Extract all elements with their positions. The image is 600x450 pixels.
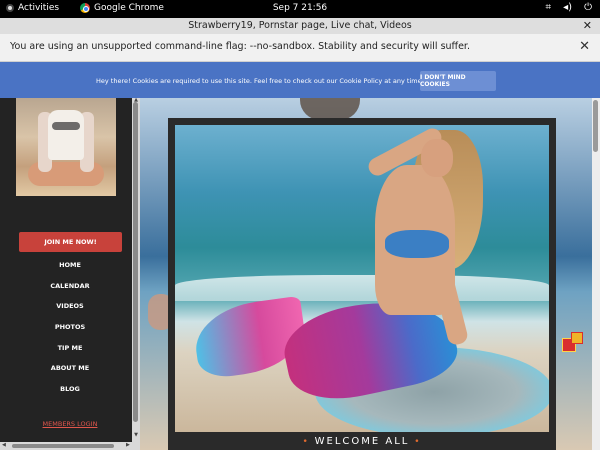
sidebar-horizontal-scrollbar[interactable]: ◀ ▶	[0, 442, 140, 450]
shirt-logo	[52, 122, 80, 130]
system-tray[interactable]: ⌗ ◂) ⏻	[546, 2, 592, 13]
hero-photo-frame	[168, 118, 556, 450]
window-title-bar: Strawberry19, Pornstar page, Live chat, …	[0, 18, 600, 34]
sidebar-vertical-scrollbar[interactable]: ▲ ▼	[132, 97, 140, 442]
infobar-message: You are using an unsupported command-lin…	[10, 41, 470, 52]
sidebar-item-tip-me[interactable]: TIP ME	[0, 344, 132, 352]
scroll-left-arrow-icon[interactable]: ◀	[2, 442, 6, 448]
accept-cookies-button[interactable]: I DON'T MIND COOKIES	[420, 71, 496, 91]
scrollbar-thumb[interactable]	[593, 100, 598, 152]
system-top-bar: Activities Google Chrome Sep 7 21:56 ⌗ ◂…	[0, 0, 600, 18]
sidebar-item-home[interactable]: HOME	[0, 261, 132, 269]
welcome-heading: • WELCOME ALL •	[168, 436, 556, 450]
app-menu[interactable]: Google Chrome	[80, 3, 164, 13]
sidebar-item-photos[interactable]: PHOTOS	[0, 323, 132, 331]
sidebar-item-videos[interactable]: VIDEOS	[0, 302, 132, 310]
activities-label: Activities	[18, 3, 60, 13]
sidebar-item-calendar[interactable]: CALENDAR	[0, 282, 132, 290]
scroll-right-arrow-icon[interactable]: ▶	[126, 442, 130, 448]
app-name: Google Chrome	[94, 3, 164, 13]
power-icon: ⏻	[584, 2, 592, 13]
profile-photo[interactable]	[16, 98, 116, 196]
scrollbar-thumb[interactable]	[133, 102, 138, 422]
bullet-icon: •	[409, 437, 422, 447]
window-close-button[interactable]: ✕	[583, 19, 592, 32]
network-icon: ⌗	[545, 2, 552, 13]
bullet-icon: •	[302, 437, 315, 447]
cookie-banner: Hey there! Cookies are required to use t…	[0, 62, 600, 98]
gift-icon[interactable]	[562, 330, 584, 354]
activities-icon	[6, 4, 14, 12]
sidebar-item-blog[interactable]: BLOG	[0, 385, 132, 393]
welcome-text: WELCOME ALL	[314, 436, 410, 447]
join-button[interactable]: JOIN ME NOW!	[19, 232, 122, 252]
hero-photo[interactable]	[175, 125, 549, 432]
warning-infobar: You are using an unsupported command-lin…	[0, 34, 600, 62]
members-login-link[interactable]: MEMBERS LOGIN	[0, 420, 132, 428]
page-vertical-scrollbar[interactable]	[592, 98, 600, 450]
scrollbar-thumb[interactable]	[12, 444, 114, 448]
window-title: Strawberry19, Pornstar page, Live chat, …	[188, 20, 412, 31]
cookie-text: Hey there! Cookies are required to use t…	[96, 77, 424, 85]
sidebar-item-about-me[interactable]: ABOUT ME	[0, 364, 132, 372]
scroll-down-arrow-icon[interactable]: ▼	[132, 432, 140, 438]
sidebar: JOIN ME NOW! HOME CALENDAR VIDEOS PHOTOS…	[0, 98, 132, 442]
chrome-icon	[80, 3, 90, 13]
volume-icon: ◂)	[563, 2, 573, 13]
infobar-close-button[interactable]: ✕	[579, 39, 590, 54]
activities-button[interactable]: Activities	[6, 3, 59, 13]
